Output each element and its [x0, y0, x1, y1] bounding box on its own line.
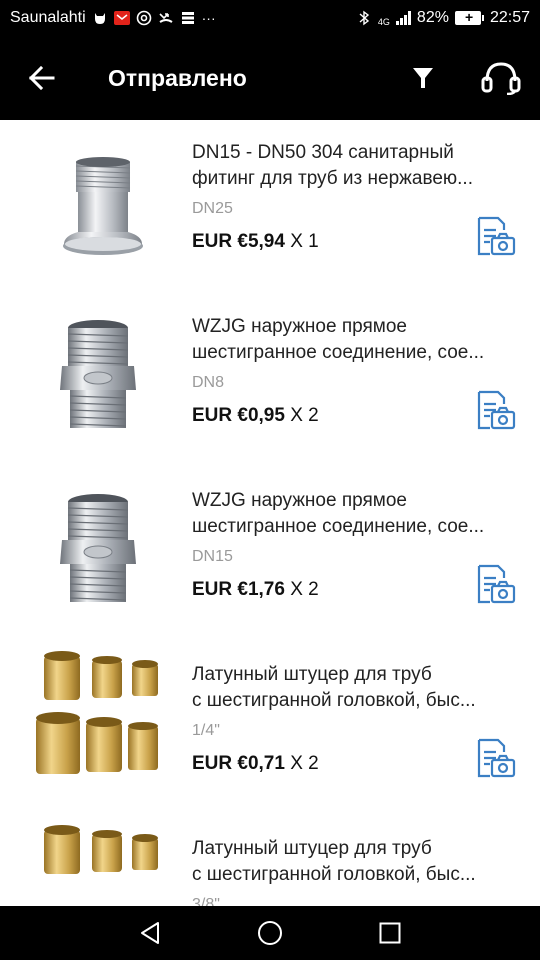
order-photo-button[interactable] [476, 564, 516, 606]
order-photo-button[interactable] [476, 216, 516, 258]
missed-call-icon [158, 10, 174, 26]
product-name-line2: фитинг для труб из нержавею... [192, 168, 473, 189]
item-info: WZJG наружное прямое шестигранное соедин… [192, 468, 540, 642]
product-image [0, 642, 192, 816]
price-line: EUR €0,71 X 2 [192, 753, 319, 775]
status-bar: Saunalahti ··· 4G 82% + 22:57 [0, 0, 540, 36]
price-line: EUR €5,94 X 1 [192, 231, 319, 253]
page-title: Отправлено [108, 64, 247, 91]
back-triangle-icon [141, 922, 159, 944]
item-info: DN15 - DN50 304 санитарный фитинг для тр… [192, 120, 540, 294]
mail-app-icon [113, 11, 130, 25]
product-name-line2: шестигранное соединение, сое... [192, 342, 485, 363]
price-line: EUR €1,76 X 2 [192, 579, 319, 601]
nav-recents-button[interactable] [330, 906, 450, 960]
list-item[interactable]: WZJG наружное прямое шестигранное соедин… [0, 468, 540, 642]
network-type-label: 4G [377, 17, 390, 27]
system-nav-bar [0, 906, 540, 960]
product-name-line1: DN15 - DN50 304 санитарный [192, 142, 454, 163]
order-list[interactable]: DN15 - DN50 304 санитарный фитинг для тр… [0, 120, 540, 906]
product-qty: X 2 [290, 753, 319, 774]
status-left: Saunalahti ··· [10, 9, 216, 27]
product-name-line1: Латунный штуцер для труб [192, 664, 432, 685]
product-name-line1: WZJG наружное прямое [192, 490, 407, 511]
product-name-line2: шестигранное соединение, сое... [192, 516, 485, 537]
nav-back-button[interactable] [90, 906, 210, 960]
product-price: EUR €5,94 [192, 231, 285, 252]
filter-icon [413, 68, 433, 88]
document-camera-icon [477, 216, 516, 256]
clock-label: 22:57 [489, 9, 530, 26]
list-item[interactable]: Латунный штуцер для труб с шестигранной … [0, 816, 540, 906]
order-photo-button[interactable] [476, 390, 516, 432]
document-camera-icon [477, 390, 516, 430]
product-image [0, 294, 192, 468]
product-image [0, 120, 192, 294]
document-camera-icon [477, 738, 516, 778]
headset-icon [481, 62, 521, 95]
more-dots-icon: ··· [201, 10, 216, 26]
product-qty: X 2 [290, 579, 319, 600]
product-name-line2: с шестигранной головкой, быс... [192, 690, 476, 711]
product-name-line2: с шестигранной головкой, быс... [192, 864, 476, 885]
home-circle-icon [258, 921, 282, 945]
list-item[interactable]: DN15 - DN50 304 санитарный фитинг для тр… [0, 120, 540, 294]
product-name: Латунный штуцер для труб с шестигранной … [192, 662, 514, 714]
product-price: EUR €1,76 [192, 579, 285, 600]
app-bar: Отправлено [0, 36, 540, 120]
app-actions [384, 36, 540, 120]
product-variant: DN8 [192, 374, 225, 391]
battery-percent-label: 82% [416, 9, 449, 26]
bluetooth-icon [356, 10, 372, 26]
product-name: WZJG наружное прямое шестигранное соедин… [192, 314, 514, 366]
product-variant: 1/4" [192, 722, 220, 739]
product-qty: X 2 [290, 405, 319, 426]
status-right: 4G 82% 22:57 [356, 9, 530, 27]
signal-icon [395, 11, 411, 25]
sim-card-icon [180, 10, 196, 26]
product-variant: 3/8" [192, 896, 220, 906]
back-button[interactable] [0, 36, 84, 120]
product-variant: DN25 [192, 200, 233, 217]
item-info: WZJG наружное прямое шестигранное соедин… [192, 294, 540, 468]
product-name: WZJG наружное прямое шестигранное соедин… [192, 488, 514, 540]
screen: Saunalahti ··· 4G 82% + 22:57 Отправлено… [0, 0, 540, 960]
price-line: EUR €0,95 X 2 [192, 405, 319, 427]
document-camera-icon [477, 564, 516, 604]
list-item[interactable]: WZJG наружное прямое шестигранное соедин… [0, 294, 540, 468]
product-price: EUR €0,71 [192, 753, 285, 774]
support-button[interactable] [462, 36, 540, 120]
order-photo-button[interactable] [476, 738, 516, 780]
battery-icon [454, 9, 484, 25]
item-info: Латунный штуцер для труб с шестигранной … [192, 642, 540, 816]
recents-square-icon [379, 922, 401, 944]
product-name-line1: WZJG наружное прямое [192, 316, 407, 337]
product-name: Латунный штуцер для труб с шестигранной … [192, 836, 514, 888]
product-image [0, 816, 192, 906]
product-qty: X 1 [290, 231, 319, 252]
item-info: Латунный штуцер для труб с шестигранной … [192, 816, 540, 906]
at-sign-icon [136, 10, 152, 26]
list-item[interactable]: Латунный штуцер для труб с шестигранной … [0, 642, 540, 816]
carrier-label: Saunalahti [10, 9, 86, 26]
cat-notification-icon [92, 10, 108, 26]
product-image [0, 468, 192, 642]
nav-home-button[interactable] [210, 906, 330, 960]
product-name: DN15 - DN50 304 санитарный фитинг для тр… [192, 140, 514, 192]
product-variant: DN15 [192, 548, 233, 565]
product-name-line1: Латунный штуцер для труб [192, 838, 432, 859]
filter-button[interactable] [384, 36, 462, 120]
product-price: EUR €0,95 [192, 405, 285, 426]
back-arrow-icon [29, 66, 55, 90]
